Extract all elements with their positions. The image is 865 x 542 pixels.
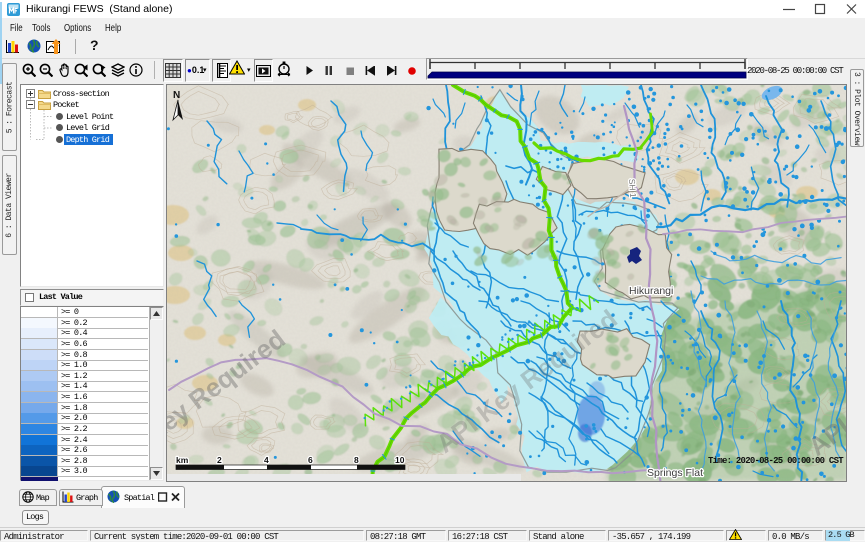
svg-text:8: 8 (354, 455, 359, 465)
svg-text:4: 4 (264, 455, 269, 465)
svg-text:km: km (176, 455, 189, 465)
svg-text:Time: 2020-08-25 00:00:00 CST: Time: 2020-08-25 00:00:00 CST (708, 456, 844, 466)
svg-text:Hikurangi: Hikurangi (629, 285, 673, 297)
svg-text:2: 2 (217, 455, 222, 465)
svg-text:6: 6 (308, 455, 313, 465)
svg-text:10: 10 (395, 455, 405, 465)
svg-text:SH 1: SH 1 (627, 178, 638, 198)
svg-text:N: N (173, 90, 180, 101)
svg-text:Springs Flat: Springs Flat (647, 467, 703, 479)
